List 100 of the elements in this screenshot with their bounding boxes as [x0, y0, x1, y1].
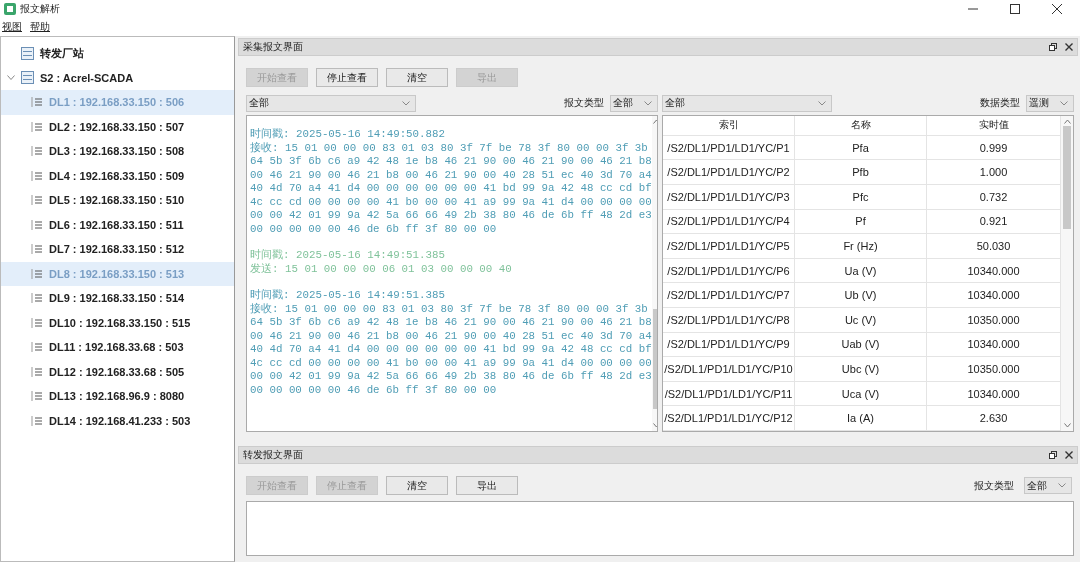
scrollbar[interactable] [1061, 116, 1073, 431]
log-line: 40 4d 70 a4 41 d4 00 00 00 00 00 00 41 bd 99 9a 42 48 cc cd bf [250, 182, 652, 196]
table-cell: Fr (Hz) [795, 234, 927, 258]
table-cell: Pf [795, 209, 927, 234]
log-line: 00 46 21 90 00 46 21 b8 00 46 21 90 00 40 28 51 ec 40 3d 70 a4 [250, 329, 652, 343]
close-icon[interactable] [1065, 43, 1073, 51]
tree-item[interactable]: DL4 : 192.168.33.150 : 509 [1, 163, 234, 188]
maximize-icon[interactable] [1010, 4, 1020, 14]
app-icon [4, 3, 16, 15]
list-icon [31, 414, 43, 427]
toolbar-button[interactable]: 清空 [386, 476, 448, 495]
table-cell: Ia (A) [795, 406, 927, 430]
caret-icon [644, 100, 652, 106]
data-type-label: 数据类型 [980, 96, 1020, 110]
tree-item[interactable]: DL14 : 192.168.41.233 : 503 [1, 408, 234, 433]
list-icon [31, 218, 43, 231]
restore-icon[interactable] [1049, 43, 1057, 51]
list-icon [31, 120, 43, 133]
log-line: 时间戳: 2025-05-16 14:49:50.882 [250, 128, 446, 142]
type-dropdown[interactable]: 全部 [1024, 477, 1072, 494]
toolbar-button[interactable]: 清空 [386, 68, 448, 87]
log-line: 时间戳: 2025-05-16 14:49:51.385 [250, 289, 446, 303]
log-line: 00 00 42 01 99 9a 42 5a 66 66 49 2b 38 80 46 de 6b ff 48 2d e3 [250, 370, 652, 384]
table-cell: Ua (V) [795, 258, 927, 283]
table-cell: Uca (V) [795, 381, 927, 406]
toolbar-button[interactable]: 导出 [456, 476, 518, 495]
tree-item[interactable]: DL10 : 192.168.33.150 : 515 [1, 310, 234, 335]
tree-item[interactable]: DL9 : 192.168.33.150 : 514 [1, 286, 234, 311]
tree-item[interactable]: DL13 : 192.168.96.9 : 8080 [1, 384, 234, 409]
type-label: 报文类型 [564, 96, 604, 110]
table-cell: Ub (V) [795, 283, 927, 308]
table-cell: Ubc (V) [795, 357, 927, 381]
close-icon[interactable] [1065, 451, 1073, 459]
list-icon [31, 316, 43, 329]
chevron-down-icon[interactable] [7, 74, 15, 81]
log-line: 64 5b 3f 6b c6 a9 42 48 1e b8 46 21 90 00 46 21 90 00 46 21 b8 [250, 316, 652, 330]
tree-item[interactable]: DL7 : 192.168.33.150 : 512 [1, 237, 234, 262]
table-cell: /S2/DL1/PD1/LD1/YC/P6 [663, 258, 795, 283]
table-cell: /S2/DL1/PD1/LD1/YC/P2 [663, 160, 795, 185]
log-line: 4c cc cd 00 00 00 00 41 b0 00 00 41 a9 99 9a 41 d4 00 00 00 00 [250, 195, 652, 209]
log-line: 接收: 15 01 00 00 00 83 01 03 80 3f 7f be 78 3f 80 00 00 3f 3b [250, 302, 649, 316]
tree-item[interactable]: 转发厂站 [1, 41, 234, 66]
table-cell: Uab (V) [795, 332, 927, 357]
tree-item[interactable]: DL12 : 192.168.33.68 : 505 [1, 359, 234, 384]
list-icon [31, 169, 43, 182]
window-title: 报文解析 [20, 2, 60, 16]
menu-item[interactable]: 视图 [2, 20, 22, 34]
scroll-up-icon[interactable] [1063, 119, 1071, 124]
list-icon [31, 341, 43, 354]
scroll-down-icon[interactable] [1063, 423, 1071, 428]
filter-dropdown[interactable]: 全部 [662, 94, 832, 112]
column-header[interactable]: 名称 [795, 116, 927, 135]
list-icon [31, 96, 43, 109]
caret-icon [818, 100, 826, 106]
close-icon[interactable] [1052, 4, 1062, 14]
log-line: 00 00 00 00 00 46 de 6b ff 3f 80 00 00 [250, 222, 498, 236]
table-cell: /S2/DL1/PD1/LD1/YC/P4 [663, 209, 795, 234]
list-icon [31, 292, 43, 305]
table-cell: Pfb [795, 160, 927, 185]
menu-item[interactable]: 帮助 [30, 20, 50, 34]
panel-title: 转发报文界面 [243, 448, 303, 462]
server-icon [21, 71, 34, 85]
tree-item[interactable]: DL11 : 192.168.33.68 : 503 [1, 335, 234, 360]
log-line: 64 5b 3f 6b c6 a9 42 48 1e b8 46 21 90 00 46 21 90 00 46 21 b8 [250, 155, 652, 169]
tree-item[interactable]: S2 : Acrel-SCADA [1, 65, 234, 90]
type-dropdown[interactable]: 全部 [610, 94, 658, 112]
log-line: 4c cc cd 00 00 00 00 41 b0 00 00 41 a9 99 9a 41 d4 00 00 00 00 [250, 356, 652, 370]
server-icon [21, 46, 34, 60]
table-cell: /S2/DL1/PD1/LD1/YC/P11 [663, 381, 795, 406]
table-cell: /S2/DL1/PD1/LD1/YC/P1 [663, 135, 795, 160]
caret-icon [1058, 483, 1066, 488]
toolbar-button[interactable]: 停止查看 [316, 68, 378, 87]
log-line: 发送: 15 01 00 00 00 06 01 03 00 00 00 40 [250, 262, 513, 276]
data-type-dropdown[interactable]: 遥测 [1026, 94, 1074, 112]
column-header[interactable]: 索引 [663, 116, 795, 135]
type-label: 报文类型 [974, 478, 1014, 493]
restore-icon[interactable] [1049, 451, 1057, 459]
table-cell: Pfa [795, 135, 927, 160]
table-cell: /S2/DL1/PD1/LD1/YC/P8 [663, 308, 795, 332]
list-icon [31, 365, 43, 378]
scrollbar-thumb[interactable] [1063, 126, 1071, 230]
table-cell: /S2/DL1/PD1/LD1/YC/P5 [663, 234, 795, 258]
list-icon [31, 390, 43, 403]
log-line: 40 4d 70 a4 41 d4 00 00 00 00 00 00 41 bd 99 9a 42 48 cc cd bf [250, 343, 652, 357]
tree-item[interactable]: DL5 : 192.168.33.150 : 510 [1, 188, 234, 213]
log-line: 00 46 21 90 00 46 21 b8 00 46 21 90 00 40 28 51 ec 40 3d 70 a4 [250, 168, 652, 182]
log-line: 00 00 00 00 00 46 de 6b ff 3f 80 00 00 [250, 383, 498, 397]
table-cell: /S2/DL1/PD1/LD1/YC/P9 [663, 332, 795, 357]
list-icon [31, 243, 43, 256]
table-cell: /S2/DL1/PD1/LD1/YC/P10 [663, 357, 795, 381]
log-line: 时间戳: 2025-05-16 14:49:51.385 [250, 249, 446, 263]
log-line: 接收: 15 01 00 00 00 83 01 03 80 3f 7f be 78 3f 80 00 00 3f 3b [250, 141, 649, 155]
table-cell: /S2/DL1/PD1/LD1/YC/P7 [663, 283, 795, 308]
filter-dropdown[interactable]: 全部 [246, 94, 416, 112]
table-cell: Uc (V) [795, 308, 927, 332]
panel-title: 采集报文界面 [243, 40, 303, 54]
tree-item[interactable]: DL3 : 192.168.33.150 : 508 [1, 139, 234, 164]
tree-item[interactable]: DL6 : 192.168.33.150 : 511 [1, 212, 234, 237]
caret-icon [402, 100, 410, 106]
tree-item[interactable]: DL2 : 192.168.33.150 : 507 [1, 114, 234, 139]
